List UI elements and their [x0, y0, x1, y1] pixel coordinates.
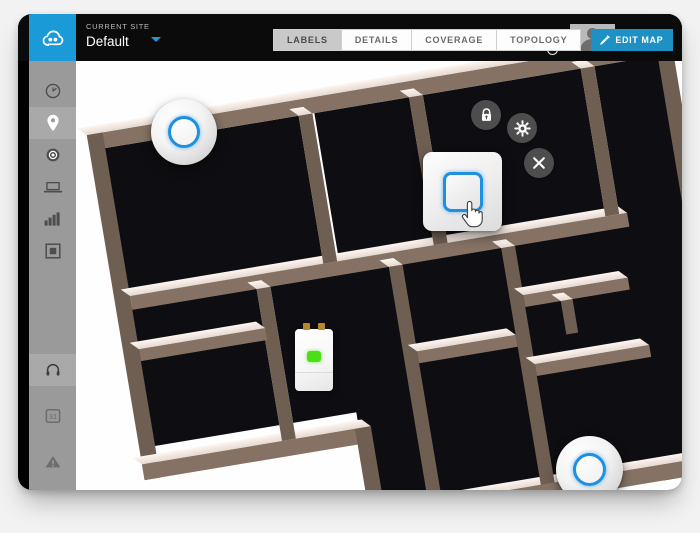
logo-button[interactable]	[29, 14, 76, 61]
map-close-button[interactable]	[524, 148, 554, 178]
tab-topology[interactable]: TOPOLOGY	[497, 29, 582, 51]
warning-triangle-icon	[44, 454, 62, 470]
edit-map-button[interactable]: EDIT MAP	[591, 29, 674, 51]
calendar-31-icon: 31	[45, 408, 61, 424]
app-window: CURRENT SITE Default 31 LABELS DETAILS C…	[18, 14, 682, 490]
access-point-round-1[interactable]	[151, 99, 217, 165]
sidebar-item-devices[interactable]	[29, 139, 76, 171]
ap-led-ring	[168, 116, 200, 148]
sidebar-item-clients[interactable]	[29, 171, 76, 203]
tab-coverage[interactable]: COVERAGE	[412, 29, 498, 51]
current-site-block[interactable]: CURRENT SITE Default	[86, 22, 150, 51]
gauge-icon	[45, 83, 61, 99]
current-site-label: CURRENT SITE	[86, 22, 150, 31]
bar-chart-icon	[44, 212, 61, 226]
sidebar-bottom-group: 31	[29, 354, 76, 478]
headset-icon	[45, 362, 61, 378]
sidebar-item-statistics[interactable]	[29, 203, 76, 235]
map-pin-icon	[46, 114, 60, 132]
ap-seam	[295, 372, 333, 373]
sidebar-item-alerts[interactable]	[29, 446, 76, 478]
ap-connector-left	[303, 323, 310, 330]
sidebar-item-dashboard[interactable]	[29, 75, 76, 107]
map-viewport[interactable]	[76, 61, 682, 490]
map-tab-bar: LABELS DETAILS COVERAGE TOPOLOGY EDIT MA…	[273, 29, 674, 51]
access-point-inwall[interactable]	[295, 323, 333, 391]
sidebar-item-events[interactable]: 31	[29, 400, 76, 432]
edit-map-label: EDIT MAP	[615, 35, 664, 45]
map-settings-button[interactable]	[507, 113, 537, 143]
sidebar-item-insights[interactable]	[29, 235, 76, 267]
sidebar-item-support[interactable]	[29, 354, 76, 386]
lock-icon	[479, 107, 494, 123]
caret-down-icon[interactable]	[151, 37, 161, 42]
current-site-value: Default	[86, 34, 129, 49]
left-sidebar: 31	[29, 61, 76, 490]
sidebar-item-map[interactable]	[29, 107, 76, 139]
cloud-icon	[41, 29, 65, 47]
close-x-icon	[532, 156, 546, 170]
square-inset-icon	[44, 243, 61, 259]
hand-pointer-cursor	[459, 198, 485, 230]
tab-labels[interactable]: LABELS	[273, 29, 342, 51]
laptop-icon	[43, 180, 63, 194]
pencil-icon	[599, 34, 611, 46]
ap-led-ring	[573, 453, 606, 486]
tab-details[interactable]: DETAILS	[341, 29, 413, 51]
gear-icon	[513, 119, 531, 137]
ap-led-green	[307, 351, 321, 362]
ap-connector-right	[318, 323, 325, 330]
svg-text:31: 31	[48, 412, 56, 421]
target-circle-icon	[45, 147, 61, 163]
map-lock-button[interactable]	[471, 100, 501, 130]
screenshot-stage: CURRENT SITE Default 31 LABELS DETAILS C…	[0, 0, 700, 533]
